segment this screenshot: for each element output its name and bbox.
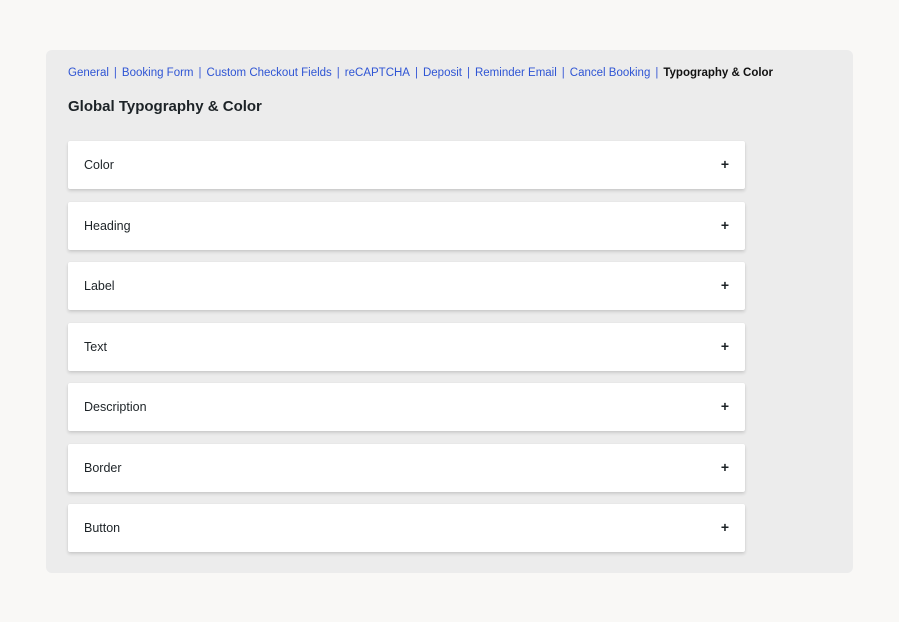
expand-plus-icon[interactable]: + [721,277,729,293]
accordion-section-border[interactable]: Border + [68,443,745,492]
expand-plus-icon[interactable]: + [721,459,729,475]
accordion-section-label: Button [84,521,121,535]
accordion-section-button[interactable]: Button + [68,504,745,552]
expand-plus-icon[interactable]: + [721,217,729,233]
subnav-separator: | [113,67,117,79]
accordion-section-label: Description [84,400,147,414]
accordion-section-heading[interactable]: Heading + [68,201,745,250]
page-title: Global Typography & Color [68,98,262,115]
subnav-link-general[interactable]: General [68,67,109,79]
accordion-section-label: Heading [84,218,131,233]
accordion-section-color[interactable]: Color + [68,141,745,189]
accordion-section-label: Label [84,279,115,293]
subnav-link-reminder-email[interactable]: Reminder Email [475,67,557,79]
subnav-separator: | [655,67,659,79]
accordion-section-label: Border [84,460,122,475]
expand-plus-icon[interactable]: + [721,519,729,535]
typography-accordion: Color + Heading + Label + Text + Descrip… [68,141,745,565]
accordion-section-label: Text [84,339,107,354]
accordion-section-text[interactable]: Text + [68,322,745,371]
settings-panel: General | Booking Form | Custom Checkout Fie… [46,50,853,573]
settings-subnav: General | Booking Form | Custom Checkout Fie… [68,66,773,80]
subnav-link-custom-checkout-fields[interactable]: Custom Checkout Fields [207,67,332,79]
expand-plus-icon[interactable]: + [721,156,729,172]
subnav-separator: | [336,67,340,79]
subnav-separator: | [198,67,202,79]
page: General | Booking Form | Custom Checkout Fie… [0,0,899,622]
accordion-section-label: Color [84,158,114,172]
subnav-separator: | [414,67,418,79]
subnav-link-recaptcha[interactable]: reCAPTCHA [345,67,410,79]
accordion-section-description[interactable]: Description + [68,383,745,431]
expand-plus-icon[interactable]: + [721,398,729,414]
accordion-section-label-settings[interactable]: Label + [68,262,745,310]
subnav-link-deposit[interactable]: Deposit [423,67,462,79]
subnav-separator: | [561,67,565,79]
expand-plus-icon[interactable]: + [721,338,729,354]
subnav-separator: | [466,67,470,79]
subnav-link-booking-form[interactable]: Booking Form [122,67,194,79]
subnav-link-typography-color[interactable]: Typography & Color [663,67,773,79]
subnav-link-cancel-booking[interactable]: Cancel Booking [570,67,651,79]
